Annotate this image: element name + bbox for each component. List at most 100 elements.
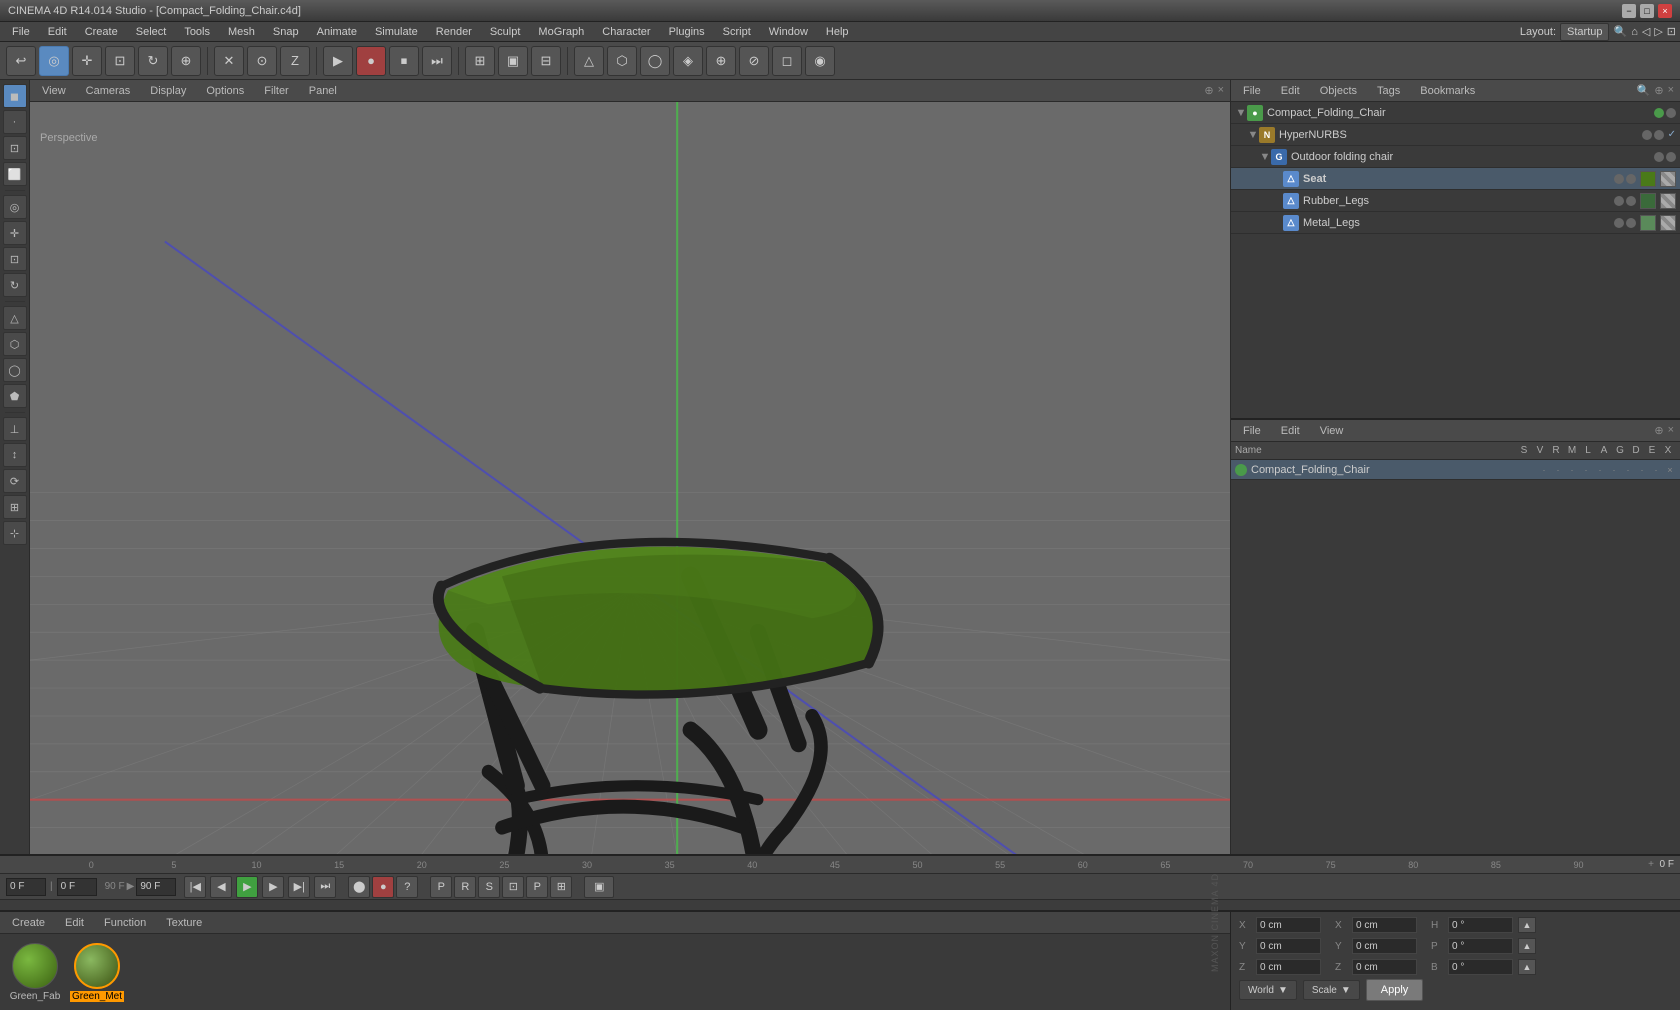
menu-render[interactable]: Render: [428, 24, 480, 40]
menu-tools[interactable]: Tools: [176, 24, 218, 40]
render-region-button[interactable]: ⊞: [465, 46, 495, 76]
coord-z-pos[interactable]: [1256, 959, 1321, 975]
visibility-dot[interactable]: [1614, 174, 1624, 184]
tl-timeline-btn[interactable]: ▣: [584, 876, 614, 898]
omgr-tab-objects[interactable]: Objects: [1314, 83, 1363, 99]
tl-record[interactable]: ⏭: [314, 876, 336, 898]
visibility-dot[interactable]: [1614, 196, 1624, 206]
render-dot[interactable]: [1654, 130, 1664, 140]
mat-thumb-1[interactable]: [1640, 171, 1656, 187]
tl-current-frame[interactable]: [57, 878, 97, 896]
lt-knife[interactable]: ⬡: [3, 332, 27, 356]
obj-row-outdoor-folding-chair[interactable]: ▼ G Outdoor folding chair: [1231, 146, 1680, 168]
menu-simulate[interactable]: Simulate: [367, 24, 426, 40]
tl-prev-frame[interactable]: ◀: [210, 876, 232, 898]
lt-live-sel[interactable]: ◎: [3, 195, 27, 219]
fw-button[interactable]: ⏭: [422, 46, 452, 76]
attr-m[interactable]: ·: [1580, 465, 1592, 475]
playback-button[interactable]: ▶: [323, 46, 353, 76]
light-button[interactable]: ◈: [673, 46, 703, 76]
menu-animate[interactable]: Animate: [309, 24, 365, 40]
vp-tab-panel[interactable]: Panel: [303, 83, 343, 99]
tl-key-btn[interactable]: ⬤: [348, 876, 370, 898]
apply-button[interactable]: Apply: [1366, 979, 1424, 1001]
tl-all-btn[interactable]: ⊞: [550, 876, 572, 898]
right-icon[interactable]: ▷: [1654, 25, 1662, 38]
mat-thumb-2[interactable]: [1660, 215, 1676, 231]
menu-script[interactable]: Script: [715, 24, 759, 40]
coord-z-rot[interactable]: [1352, 959, 1417, 975]
deform-button[interactable]: ⬡: [607, 46, 637, 76]
menu-select[interactable]: Select: [128, 24, 175, 40]
tag-button[interactable]: ⊘: [739, 46, 769, 76]
render-dot[interactable]: [1626, 196, 1636, 206]
attr-x[interactable]: ×: [1664, 465, 1676, 475]
mat-green-fab[interactable]: Green_Fab: [8, 943, 62, 1002]
frame-add-btn[interactable]: +: [1648, 859, 1654, 870]
obj-row-rubber-legs[interactable]: △ Rubber_Legs: [1231, 190, 1680, 212]
lt-spline[interactable]: ↕: [3, 443, 27, 467]
coord-x-rot[interactable]: [1352, 917, 1417, 933]
omgr-tab-edit[interactable]: Edit: [1275, 83, 1306, 99]
tl-param-btn[interactable]: ⊡: [502, 876, 524, 898]
vp-close-icon[interactable]: ×: [1218, 84, 1224, 97]
omgr-tab-file[interactable]: File: [1237, 83, 1267, 99]
attr-g[interactable]: ·: [1622, 465, 1634, 475]
obj-row-compact-folding-chair[interactable]: ▼ ● Compact_Folding_Chair: [1231, 102, 1680, 124]
tl-scale-btn[interactable]: S: [478, 876, 500, 898]
tl-play-btn[interactable]: ▶: [127, 881, 135, 892]
render-dot[interactable]: [1666, 108, 1676, 118]
obj-row-hypernurbs[interactable]: ▼ N HyperNURBS ✓: [1231, 124, 1680, 146]
select-tool[interactable]: ◎: [39, 46, 69, 76]
menu-mograph[interactable]: MoGraph: [530, 24, 592, 40]
expand-btn[interactable]: ▼: [1235, 107, 1247, 119]
coord-y-pos[interactable]: [1256, 938, 1321, 954]
left-icon[interactable]: ◁: [1642, 25, 1650, 38]
coord-x-pos[interactable]: [1256, 917, 1321, 933]
attr-tab-edit[interactable]: Edit: [1275, 423, 1306, 439]
render-all-button[interactable]: ⊟: [531, 46, 561, 76]
mat-thumb-2[interactable]: [1660, 193, 1676, 209]
lt-mirror[interactable]: △: [3, 306, 27, 330]
search-icon[interactable]: 🔍: [1613, 25, 1627, 38]
attr-r[interactable]: ·: [1566, 465, 1578, 475]
undo-button[interactable]: ↩: [6, 46, 36, 76]
visibility-dot[interactable]: [1654, 108, 1664, 118]
scale-tool[interactable]: ⊡: [105, 46, 135, 76]
stop-button[interactable]: ⏹: [389, 46, 419, 76]
mat-green-met[interactable]: Green_Met: [70, 943, 124, 1002]
coord-b-up[interactable]: ▲: [1518, 959, 1536, 975]
omgr-close-icon[interactable]: ×: [1668, 84, 1674, 97]
render-dot[interactable]: [1626, 174, 1636, 184]
attr-expand-icon[interactable]: ⊕: [1654, 424, 1663, 437]
lt-edges-mode[interactable]: ⊡: [3, 136, 27, 160]
rotate-tool[interactable]: ↻: [138, 46, 168, 76]
tl-help-btn[interactable]: ?: [396, 876, 418, 898]
tl-start-frame[interactable]: [6, 878, 46, 896]
visibility-dot[interactable]: [1642, 130, 1652, 140]
camera-button[interactable]: ◯: [640, 46, 670, 76]
menu-mesh[interactable]: Mesh: [220, 24, 263, 40]
tl-play[interactable]: ▶: [236, 876, 258, 898]
mat-tab-create[interactable]: Create: [6, 915, 51, 931]
coord-h-up[interactable]: ▲: [1518, 917, 1536, 933]
menu-character[interactable]: Character: [594, 24, 658, 40]
tl-rot-btn[interactable]: R: [454, 876, 476, 898]
tl-pla-btn[interactable]: P: [526, 876, 548, 898]
tl-next-end[interactable]: ▶|: [288, 876, 310, 898]
visibility-dot[interactable]: [1654, 152, 1664, 162]
coord-b[interactable]: [1448, 959, 1513, 975]
scene-button[interactable]: ⊕: [706, 46, 736, 76]
lt-scale[interactable]: ⊡: [3, 247, 27, 271]
lt-model-mode[interactable]: ◼: [3, 84, 27, 108]
menu-snap[interactable]: Snap: [265, 24, 307, 40]
coord-p[interactable]: [1448, 938, 1513, 954]
attr-tab-view[interactable]: View: [1314, 423, 1350, 439]
attr-a[interactable]: ·: [1608, 465, 1620, 475]
mat-button[interactable]: ◻: [772, 46, 802, 76]
record-button[interactable]: ●: [356, 46, 386, 76]
menu-create[interactable]: Create: [77, 24, 126, 40]
tl-end-frame[interactable]: [136, 878, 176, 896]
xray-button[interactable]: ✕: [214, 46, 244, 76]
lt-snap[interactable]: ⊹: [3, 521, 27, 545]
